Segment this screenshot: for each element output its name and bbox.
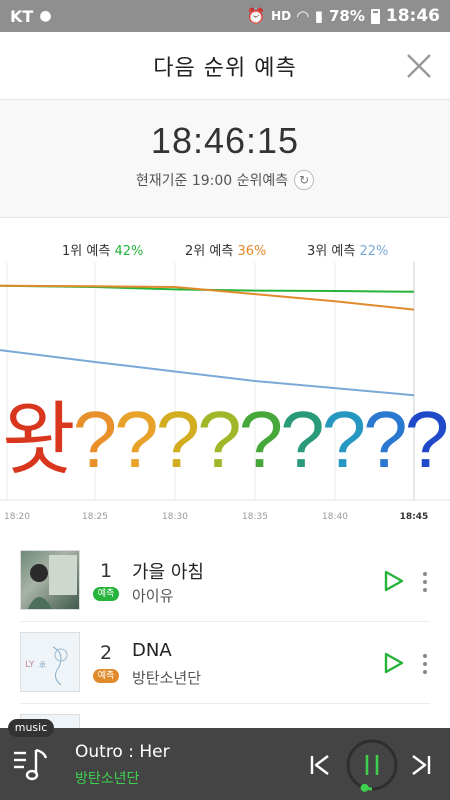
legend-pct: 36%	[237, 244, 267, 259]
overlay-char: ?	[197, 395, 241, 484]
pause-button[interactable]	[344, 737, 400, 793]
album-cover	[20, 550, 80, 610]
legend-pct: 22%	[359, 244, 389, 259]
overlay-char: ?	[363, 395, 407, 484]
play-icon[interactable]	[384, 570, 404, 592]
refresh-icon[interactable]: ↻	[294, 170, 315, 190]
overlay-char: ?	[114, 395, 158, 484]
song-rank: 2	[99, 642, 113, 664]
wifi-icon: ◠	[297, 7, 309, 25]
alarm-icon: ⏰	[246, 7, 266, 25]
song-row-1[interactable]: 1 예측 가을 아침 아이유	[20, 540, 430, 622]
status-right: ⏰ HD ◠ ▮ 78% 18:46	[246, 6, 440, 26]
song-row-2[interactable]: LY 承 2 예측 DNA 방탄소년단	[20, 622, 430, 704]
overlay-char: ?	[321, 395, 366, 484]
song-rank: 1	[99, 560, 113, 582]
song-title: 가을 아침	[132, 562, 204, 583]
legend-label: 1위 예측	[62, 244, 111, 259]
overlay-char: ?	[72, 395, 117, 484]
play-icon[interactable]	[384, 652, 404, 674]
overlay-caption: 왓?????????	[2, 395, 450, 485]
svg-text:承: 承	[39, 660, 46, 669]
countdown-clock: 18:46:15	[150, 120, 300, 161]
battery-text: 78%	[328, 7, 365, 25]
album-art-icon: LY 承	[25, 646, 68, 686]
x-tick-label: 18:25	[82, 512, 108, 522]
album-art-icon	[27, 555, 77, 609]
overlay-char: 왓	[2, 395, 76, 484]
basis-row: 현재기준 19:00 순위예측 ↻	[0, 170, 450, 190]
status-time: 18:46	[385, 6, 440, 26]
signal-icon: ▮	[314, 7, 323, 25]
title-bar: 다음 순위 예측	[0, 32, 450, 100]
legend-item-1: 1위 예측 42%	[62, 240, 143, 259]
x-tick-label: 18:35	[242, 512, 268, 522]
x-tick-label: 18:40	[322, 512, 348, 522]
legend-item-3: 3위 예측 22%	[307, 240, 388, 259]
legend-pct: 42%	[114, 244, 144, 259]
hd-voice-icon: HD	[271, 9, 292, 23]
overlay-char: ?	[404, 395, 449, 484]
overlay-char: ?	[155, 395, 200, 484]
prediction-badge: 예측	[93, 587, 119, 601]
album-cover: LY 承	[20, 632, 80, 692]
basis-text: 현재기준 19:00 순위예측	[135, 173, 289, 189]
overlay-char: ?	[280, 395, 324, 484]
song-artist: 아이유	[132, 587, 174, 605]
status-bar: KT ● ⏰ HD ◠ ▮ 78% 18:46	[0, 0, 450, 32]
track-title[interactable]: Outro : Her	[75, 742, 170, 762]
next-track-icon[interactable]	[410, 753, 432, 777]
song-title: DNA	[132, 640, 172, 661]
notification-icon: ●	[39, 8, 52, 24]
series-line	[0, 349, 415, 397]
carrier-label: KT	[10, 6, 34, 26]
music-tab[interactable]: music	[8, 719, 54, 737]
playlist-icon[interactable]	[12, 744, 52, 784]
legend-item-2: 2위 예측 36%	[185, 240, 266, 259]
series-line	[0, 284, 415, 311]
battery-icon	[370, 8, 380, 24]
legend-label: 2위 예측	[185, 244, 234, 259]
page-title: 다음 순위 예측	[153, 55, 297, 81]
close-icon[interactable]	[404, 51, 434, 81]
x-tick-label: 18:30	[162, 512, 188, 522]
x-tick-label: 18:45	[400, 512, 429, 522]
app-screen: KT ● ⏰ HD ◠ ▮ 78% 18:46 다음 순위 예측 18:46:1…	[0, 0, 450, 800]
prediction-badge: 예측	[93, 669, 119, 683]
svg-text:LY: LY	[25, 660, 35, 670]
x-tick-label: 18:20	[4, 512, 30, 522]
time-panel: 18:46:15 현재기준 19:00 순위예측 ↻	[0, 100, 450, 218]
more-options-icon[interactable]	[418, 570, 432, 594]
previous-track-icon[interactable]	[309, 753, 331, 777]
track-artist[interactable]: 방탄소년단	[75, 768, 139, 788]
song-artist: 방탄소년단	[132, 669, 202, 687]
mini-player: music Outro : Her 방탄소년단	[0, 719, 450, 800]
legend-label: 3위 예측	[307, 244, 356, 259]
more-options-icon[interactable]	[418, 652, 432, 676]
overlay-char: ?	[238, 395, 283, 484]
